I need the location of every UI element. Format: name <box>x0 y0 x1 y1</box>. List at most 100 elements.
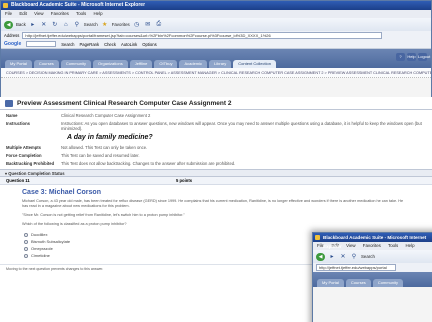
google-search-input[interactable] <box>26 41 57 47</box>
menu-help[interactable]: Help <box>405 243 414 248</box>
radio-button[interactable] <box>24 253 28 258</box>
tab-oitbuy[interactable]: OITbuy <box>154 60 178 68</box>
back-label[interactable]: Back <box>16 22 26 27</box>
address-input[interactable]: http://jeffnet.tjeffer.edu/webapps/porta… <box>316 264 396 271</box>
help-button[interactable]: Help <box>407 53 416 61</box>
window-title-bar: Blackboard Academic Suite - Microsoft In… <box>1 1 431 10</box>
back-button[interactable]: ◀ <box>316 252 325 261</box>
info-value: This Test can be saved and resumed later… <box>61 153 140 158</box>
menu-favorites[interactable]: Favorites <box>51 11 69 16</box>
google-link-options[interactable]: Options <box>142 42 156 47</box>
favorites-icon[interactable]: ★ <box>101 21 109 29</box>
forward-button[interactable]: ▸ <box>328 253 336 261</box>
case-title: Case 3: Michael Corson <box>22 189 101 196</box>
browser-toolbar: ◀ ▸ ✕ ⚲ Search <box>313 250 432 263</box>
tab-my-portal[interactable]: My Portal <box>317 279 344 287</box>
tab-my-portal[interactable]: My Portal <box>5 60 32 68</box>
address-input[interactable]: http://jeffnet.tjeffer.edu/webapps/porta… <box>22 32 383 39</box>
favorites-label[interactable]: Favorites <box>112 22 130 27</box>
option-label[interactable]: Omeprazole <box>31 246 53 251</box>
address-bar: Address http://jeffnet.tjeffer.edu/webap… <box>1 31 431 40</box>
case-quote: "Since Mr. Corson is not getting relief … <box>22 213 185 217</box>
info-label: Multiple Attempts <box>6 145 41 150</box>
mail-icon[interactable]: ✉ <box>144 21 152 29</box>
search-icon[interactable]: ⚲ <box>73 21 81 29</box>
option-label[interactable]: Bismuth Subsalicylate <box>31 239 70 244</box>
tab-academic[interactable]: Academic <box>179 60 208 68</box>
tab-jeffline[interactable]: Jeffline <box>129 60 153 68</box>
info-label: Name <box>6 113 18 118</box>
back-button[interactable]: ◀ <box>4 20 13 29</box>
radio-button[interactable] <box>24 239 28 244</box>
tab-community[interactable]: Community <box>372 279 404 287</box>
window-title-bar: Blackboard Academic Suite - Microsoft In… <box>313 233 432 249</box>
address-label: Address <box>4 33 20 38</box>
google-search-button[interactable]: Search <box>61 42 74 47</box>
radio-button[interactable] <box>24 246 28 251</box>
ie-icon <box>3 3 8 8</box>
search-label[interactable]: Search <box>84 22 98 27</box>
menu-tools[interactable]: Tools <box>76 11 86 16</box>
menu-view[interactable]: View <box>34 11 43 16</box>
tab-content-collection[interactable]: Content Collection <box>233 60 276 68</box>
info-row-name: Name Clinical Research Computer Case Ass… <box>6 113 426 118</box>
menu-view[interactable]: View <box>346 243 355 248</box>
search-icon[interactable]: ⚲ <box>350 253 358 261</box>
refresh-icon[interactable]: ↻ <box>51 21 59 29</box>
tab-courses[interactable]: Courses <box>33 60 59 68</box>
bb-tabs: My Portal Courses Community Organization… <box>5 60 276 68</box>
question-number: Question 11 <box>6 178 30 183</box>
info-row-instructions: Instructions Instructions: As you open d… <box>6 121 426 131</box>
menu-file[interactable]: File <box>5 11 12 16</box>
assessment-info: Name Clinical Research Computer Case Ass… <box>0 110 432 166</box>
forward-button[interactable]: ▸ <box>29 21 37 29</box>
stop-icon[interactable]: ✕ <box>40 21 48 29</box>
menu-help[interactable]: Help <box>93 11 102 16</box>
completion-status-label: Question Completion Status <box>8 171 65 176</box>
breadcrumb[interactable]: COURSES > DECISION MAKING IN PRIMARY CAR… <box>1 68 431 78</box>
header-buttons: ? Help Logout <box>396 53 430 61</box>
menu-bar: File Edit View Favorites Tools Help <box>1 10 431 18</box>
blackboard-header: My Portal Courses Community Organization… <box>1 49 431 68</box>
blackboard-header: My Portal Courses Community <box>313 272 432 287</box>
google-link-check[interactable]: Check <box>104 42 116 47</box>
search-label[interactable]: Search <box>361 254 375 259</box>
second-browser-window[interactable]: Blackboard Academic Suite - Microsoft In… <box>312 232 432 322</box>
help-icon[interactable]: ? <box>396 53 405 61</box>
info-label: Backtracking Prohibited <box>6 161 55 166</box>
completion-status-bar[interactable]: ▾ Question Completion Status <box>0 169 432 177</box>
option-label[interactable]: Cimetidine <box>31 253 50 258</box>
info-row-backtracking: Backtracking Prohibited This Test does n… <box>6 161 426 166</box>
menu-tools[interactable]: Tools <box>388 243 398 248</box>
tab-courses[interactable]: Courses <box>345 279 371 287</box>
radio-button[interactable] <box>24 232 28 237</box>
assessment-subtitle: A day in family medicine? <box>67 134 153 141</box>
question-prompt: Which of the following is classified as … <box>22 222 127 226</box>
tab-community[interactable]: Community <box>60 60 92 68</box>
browser-toolbar: ◀ Back ▸ ✕ ↻ ⌂ ⚲ Search ★ Favorites ◷ ✉ … <box>1 18 431 31</box>
bb-tabs: My Portal Courses Community <box>317 279 404 287</box>
stop-icon[interactable]: ✕ <box>339 253 347 261</box>
google-logo: Google <box>4 41 22 47</box>
info-label: Instructions <box>6 121 30 126</box>
print-icon[interactable]: ⎙ <box>155 21 163 29</box>
case-paragraph: Michael Corson, a 43 year old male, has … <box>22 199 404 208</box>
ie-icon <box>315 235 320 240</box>
google-link-pagerank[interactable]: PageRank <box>80 42 100 47</box>
question-text: Michael Corson, a 43 year old male, has … <box>0 199 432 227</box>
google-link-autolink[interactable]: AutoLink <box>121 42 137 47</box>
info-value: Not allowed. This Test can only be taken… <box>61 145 148 150</box>
question-points: 5 points <box>176 178 193 183</box>
home-icon[interactable]: ⌂ <box>62 21 70 29</box>
option-label[interactable]: Duodillex <box>31 232 47 237</box>
window-title: Blackboard Academic Suite - Microsoft In… <box>11 2 146 8</box>
logout-button[interactable]: Logout <box>418 53 430 61</box>
tab-organizations[interactable]: Organizations <box>93 60 128 68</box>
info-value: Instructions: As you open databases to a… <box>61 121 422 131</box>
menu-favorites[interactable]: Favorites <box>363 243 381 248</box>
menu-edit[interactable]: Edit <box>19 11 27 16</box>
page-title-bar: Preview Assessment Clinical Research Com… <box>0 97 432 110</box>
history-icon[interactable]: ◷ <box>133 21 141 29</box>
google-toolbar: Google Search PageRank Check AutoLink Op… <box>1 40 431 49</box>
tab-library[interactable]: Library <box>209 60 232 68</box>
